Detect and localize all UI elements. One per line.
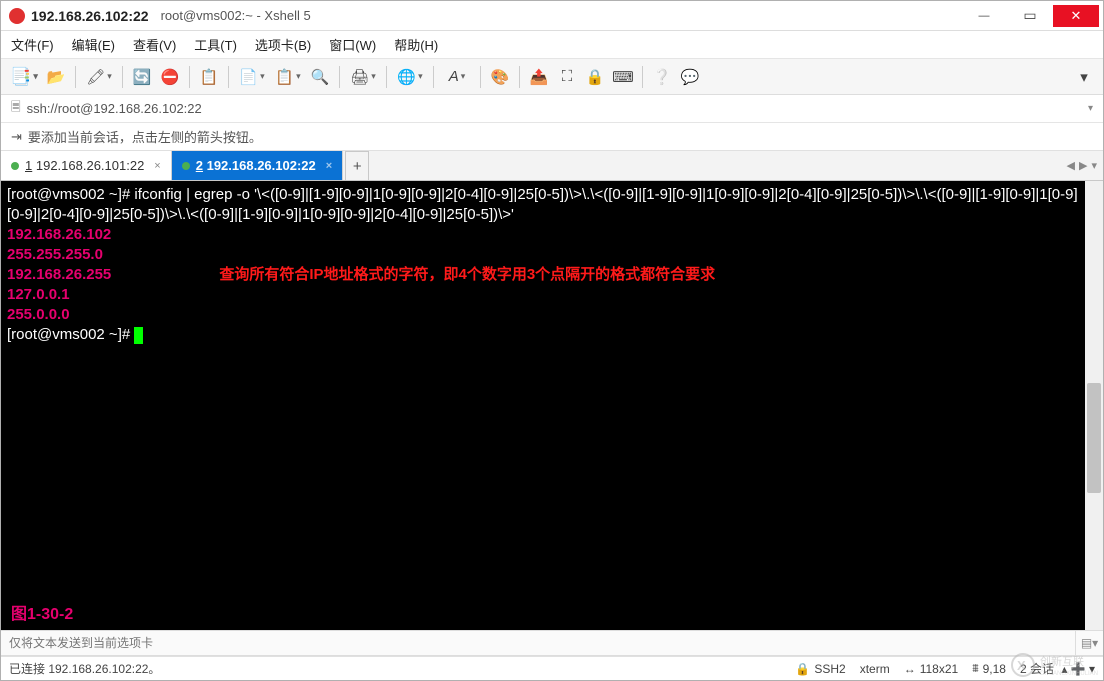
status-sessions: 2 会话 ▴ ➕ ▾: [1020, 660, 1095, 677]
menu-file[interactable]: 文件(F): [11, 35, 54, 54]
keyboard-button[interactable]: ⌨: [610, 64, 636, 90]
toolbar-separator: [189, 66, 190, 88]
figure-label: 图1-30-2: [11, 605, 73, 624]
terminal-output: 127.0.0.1: [7, 286, 70, 303]
tab-close-button[interactable]: ×: [154, 160, 160, 172]
help-button[interactable]: ❔: [649, 64, 675, 90]
session-tabstrip: 1 192.168.26.101:22 × 2 192.168.26.102:2…: [1, 151, 1103, 181]
address-bar: 🗏 ssh://root@192.168.26.102:22 ▾: [1, 95, 1103, 123]
font-button[interactable]: A: [440, 64, 474, 90]
tab-index: 1: [25, 158, 32, 173]
toolbar-separator: [480, 66, 481, 88]
disconnect-button[interactable]: ⛔: [157, 64, 183, 90]
compose-bar: ▤▾: [1, 630, 1103, 656]
status-dot-icon: [182, 162, 190, 170]
menu-window[interactable]: 窗口(W): [329, 35, 376, 54]
toolbar-separator: [642, 66, 643, 88]
resize-icon: ↔: [904, 662, 916, 676]
terminal-prompt: [root@vms002 ~]#: [7, 326, 134, 343]
terminal-command: [root@vms002 ~]# ifconfig | egrep -o '\<…: [7, 186, 1078, 223]
toolbar-separator: [433, 66, 434, 88]
color-scheme-button[interactable]: 🎨: [487, 64, 513, 90]
fullscreen-button[interactable]: ⛶: [554, 64, 580, 90]
compose-input[interactable]: [1, 636, 1075, 650]
address-overflow[interactable]: ▾: [1088, 103, 1093, 114]
terminal-output: 255.255.255.0: [7, 246, 103, 263]
toolbar-separator: [339, 66, 340, 88]
terminal-output: 192.168.26.102: [7, 226, 111, 243]
window-maximize-button[interactable]: [1007, 5, 1053, 27]
scrollbar-thumb[interactable]: [1087, 383, 1101, 493]
window-close-button[interactable]: [1053, 5, 1099, 27]
tab-label: 192.168.26.102:22: [207, 158, 316, 173]
menu-tools[interactable]: 工具(T): [194, 35, 237, 54]
open-button[interactable]: 📂: [43, 64, 69, 90]
toolbar-separator: [122, 66, 123, 88]
menu-tab[interactable]: 选项卡(B): [255, 35, 311, 54]
session-tab-2[interactable]: 2 192.168.26.102:22 ×: [172, 151, 343, 180]
terminal[interactable]: [root@vms002 ~]# ifconfig | egrep -o '\<…: [1, 181, 1085, 630]
status-term: xterm: [860, 662, 890, 676]
hint-text: 要添加当前会话，点击左侧的箭头按钮。: [28, 127, 262, 146]
toolbar-separator: [228, 66, 229, 88]
lock-button[interactable]: 🔒: [582, 64, 608, 90]
paste-button[interactable]: 📋: [271, 64, 305, 90]
lock-icon: 🔒: [795, 662, 810, 676]
status-bar: 已连接 192.168.26.102:22。 🔒SSH2 xterm ↔ 118…: [1, 656, 1103, 680]
encoding-button[interactable]: 🌐: [393, 64, 427, 90]
window-minimize-button[interactable]: [961, 5, 1007, 27]
toolbar-separator: [386, 66, 387, 88]
toolbar-separator: [519, 66, 520, 88]
terminal-annotation: 查询所有符合IP地址格式的字符，即4个数字用3个点隔开的格式都符合要求: [219, 266, 715, 283]
toolbar: 📑 📂 🖍 🔄 ⛔ 📋 📄 📋 🔍 🖨 🌐 A 🎨 📤 ⛶ 🔒 ⌨ ❔ 💬 ▾: [1, 59, 1103, 95]
tab-prev-button[interactable]: ◀: [1067, 159, 1075, 172]
address-url[interactable]: ssh://root@192.168.26.102:22: [27, 101, 202, 116]
app-icon: [9, 8, 25, 24]
terminal-area: [root@vms002 ~]# ifconfig | egrep -o '\<…: [1, 181, 1103, 630]
tab-nav: ◀ ▶ ▾: [1067, 151, 1103, 180]
menu-edit[interactable]: 编辑(E): [72, 35, 115, 54]
hint-bar: ⇥ 要添加当前会话，点击左侧的箭头按钮。: [1, 123, 1103, 151]
position-icon: ⩩: [972, 661, 978, 676]
terminal-output: 255.0.0.0: [7, 306, 70, 323]
properties-button[interactable]: 📋: [196, 64, 222, 90]
menubar: 文件(F) 编辑(E) 查看(V) 工具(T) 选项卡(B) 窗口(W) 帮助(…: [1, 31, 1103, 59]
copy-button[interactable]: 📄: [235, 64, 269, 90]
terminal-cursor: [134, 327, 143, 344]
new-session-button[interactable]: 📑: [7, 64, 41, 90]
status-cursor: ⩩ 9,18: [972, 661, 1006, 676]
compose-target-button[interactable]: ▤▾: [1075, 631, 1103, 655]
menu-help[interactable]: 帮助(H): [394, 35, 438, 54]
session-tab-1[interactable]: 1 192.168.26.101:22 ×: [1, 151, 172, 180]
toolbar-separator: [75, 66, 76, 88]
find-button[interactable]: 🔍: [307, 64, 333, 90]
hint-arrow-icon[interactable]: ⇥: [11, 129, 22, 145]
tab-label: 192.168.26.101:22: [36, 158, 144, 173]
toolbar-overflow-button[interactable]: ▾: [1071, 64, 1097, 90]
terminal-output: 192.168.26.255: [7, 266, 111, 283]
status-ssh: 🔒SSH2: [795, 662, 845, 676]
titlebar: 192.168.26.102:22 root@vms002:~ - Xshell…: [1, 1, 1103, 31]
tab-index: 2: [196, 158, 203, 173]
titlebar-title: root@vms002:~ - Xshell 5: [161, 8, 311, 23]
transfer-button[interactable]: 📤: [526, 64, 552, 90]
app-window: 192.168.26.102:22 root@vms002:~ - Xshell…: [0, 0, 1104, 681]
menu-view[interactable]: 查看(V): [133, 35, 176, 54]
tab-list-button[interactable]: ▾: [1091, 159, 1097, 172]
status-dot-icon: [11, 162, 19, 170]
reconnect-button[interactable]: 🔄: [129, 64, 155, 90]
lock-icon: 🗏: [11, 98, 21, 119]
terminal-scrollbar[interactable]: [1085, 181, 1103, 630]
tab-close-button[interactable]: ×: [326, 160, 332, 172]
new-tab-button[interactable]: +: [345, 151, 369, 180]
scrollbar-track[interactable]: [1085, 181, 1103, 630]
print-button[interactable]: 🖨: [346, 64, 380, 90]
status-size: ↔ 118x21: [904, 662, 958, 676]
feedback-button[interactable]: 💬: [677, 64, 703, 90]
highlight-button[interactable]: 🖍: [82, 64, 116, 90]
status-connection: 已连接 192.168.26.102:22。: [9, 660, 160, 677]
titlebar-host: 192.168.26.102:22: [31, 8, 149, 24]
tab-next-button[interactable]: ▶: [1079, 159, 1087, 172]
